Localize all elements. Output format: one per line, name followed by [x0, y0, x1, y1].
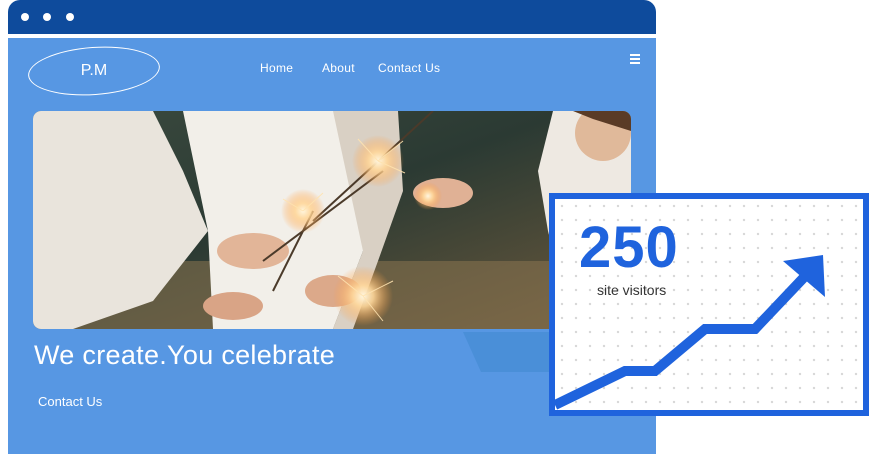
contact-us-button[interactable]: Contact Us: [38, 394, 102, 409]
nav-link-home[interactable]: Home: [260, 61, 293, 75]
sparklers-photo-illustration: [33, 111, 631, 329]
site-logo[interactable]: P.M: [26, 42, 162, 100]
hero-headline: We create.You celebrate: [34, 340, 336, 370]
upward-trend-arrow-icon: [555, 255, 825, 410]
window-dot-icon: [21, 13, 29, 21]
nav-link-about[interactable]: About: [322, 61, 355, 75]
nav-link-contact[interactable]: Contact Us: [378, 61, 440, 75]
hero-image: [33, 111, 631, 329]
window-dot-icon: [66, 13, 74, 21]
stats-card: 250 site visitors: [549, 193, 869, 416]
browser-titlebar: [8, 0, 656, 34]
logo-text: P.M: [80, 62, 108, 79]
window-dot-icon: [43, 13, 51, 21]
hamburger-menu-icon[interactable]: [630, 54, 640, 64]
